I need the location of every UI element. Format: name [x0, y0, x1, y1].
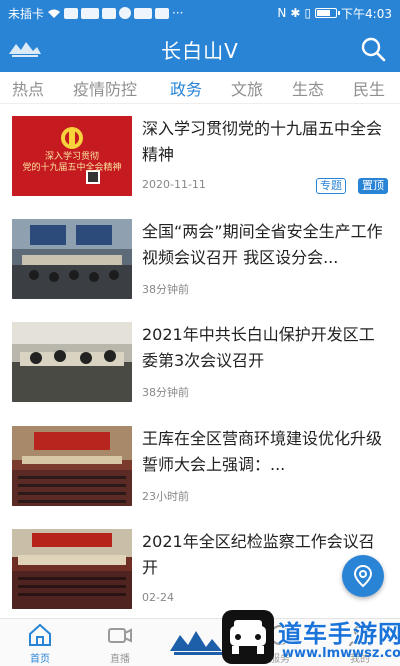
news-title[interactable]: 2021年中共长白山保护开发区工委第3次会议召开	[142, 322, 388, 374]
more-notifications-icon: ···	[172, 6, 184, 20]
notification-app-icon	[102, 7, 117, 19]
watermark-car-logo	[222, 610, 274, 664]
wifi-icon	[48, 9, 61, 18]
news-date: 02-24	[142, 591, 174, 604]
tab-ecology[interactable]: 生态	[292, 76, 324, 100]
app-logo	[9, 42, 41, 57]
nav-live-label: 直播	[110, 654, 130, 665]
vibrate-icon: ▯	[304, 6, 312, 20]
search-icon[interactable]	[360, 36, 386, 62]
carrier-label: 未插卡	[8, 6, 45, 21]
tab-epidemic[interactable]: 疫情防控	[73, 76, 137, 100]
tab-government[interactable]: 政务	[170, 76, 202, 100]
news-time: 38分钟前	[142, 386, 189, 399]
clock: 下午4:03	[341, 6, 392, 21]
news-list: 深入学习贯彻 党的十九届五中全会精神 深入学习贯彻党的十九届五中全会精神 202…	[0, 104, 400, 618]
news-date: 2020-11-11	[142, 178, 206, 191]
nfc-icon: N	[277, 6, 287, 20]
watermark: 道车手游网 www.lmwwsz.com	[222, 610, 400, 666]
topic-badge[interactable]: 专题	[316, 178, 346, 194]
notification-app-icon	[81, 7, 100, 19]
watermark-text: 道车手游网	[278, 620, 400, 648]
app-header: 长白山V	[0, 26, 400, 72]
notification-app-icon	[134, 7, 153, 19]
nav-live[interactable]: 直播	[90, 623, 150, 665]
tab-hot[interactable]: 热点	[12, 76, 44, 100]
page-title: 长白山V	[161, 38, 239, 63]
notification-app-icon	[119, 7, 132, 19]
news-title[interactable]: 王库在全区营商环境建设优化升级誓师大会上强调：...	[142, 426, 388, 478]
news-thumbnail: 深入学习贯彻 党的十九届五中全会精神	[12, 116, 132, 196]
news-item[interactable]: 全国“两会”期间全省安全生产工作视频会议召开 我区设分会... 38分钟前	[0, 207, 400, 309]
notification-app-icon	[155, 7, 170, 19]
status-bar: 未插卡 ··· N ✱ ▯ 下午4:03	[0, 0, 400, 26]
battery-icon	[315, 8, 341, 18]
news-item[interactable]: 王库在全区营商环境建设优化升级誓师大会上强调：... 23小时前	[0, 414, 400, 516]
news-item[interactable]: 2021年全区纪检监察工作会议召开 02-24	[0, 517, 400, 618]
news-title[interactable]: 全国“两会”期间全省安全生产工作视频会议召开 我区设分会...	[142, 219, 388, 271]
location-button[interactable]	[342, 555, 384, 597]
news-time: 38分钟前	[142, 283, 189, 296]
nav-home-label: 首页	[30, 654, 50, 665]
news-thumbnail	[12, 426, 132, 506]
thumbnail-caption: 深入学习贯彻	[44, 152, 99, 162]
notification-app-icon	[64, 7, 79, 19]
category-tabs: 热点 疫情防控 政务 文旅 生态 民生	[0, 72, 400, 104]
home-icon	[29, 623, 51, 646]
tab-livelihood[interactable]: 民生	[353, 76, 385, 100]
news-thumbnail	[12, 322, 132, 402]
news-time: 23小时前	[142, 490, 189, 503]
bluetooth-icon: ✱	[290, 6, 301, 20]
news-item[interactable]: 深入学习贯彻 党的十九届五中全会精神 深入学习贯彻党的十九届五中全会精神 202…	[0, 104, 400, 206]
news-thumbnail	[12, 219, 132, 299]
pinned-badge: 置顶	[358, 178, 388, 194]
news-title[interactable]: 深入学习贯彻党的十九届五中全会精神	[142, 116, 388, 168]
nav-home[interactable]: 首页	[10, 623, 70, 665]
thumbnail-caption: 党的十九届五中全会精神	[22, 163, 122, 173]
news-item[interactable]: 2021年中共长白山保护开发区工委第3次会议召开 38分钟前	[0, 310, 400, 412]
video-camera-icon	[108, 628, 132, 643]
news-thumbnail	[12, 529, 132, 609]
location-pin-icon	[353, 564, 373, 588]
tab-culture-tourism[interactable]: 文旅	[231, 76, 263, 100]
watermark-url: www.lmwwsz.com	[282, 646, 400, 661]
